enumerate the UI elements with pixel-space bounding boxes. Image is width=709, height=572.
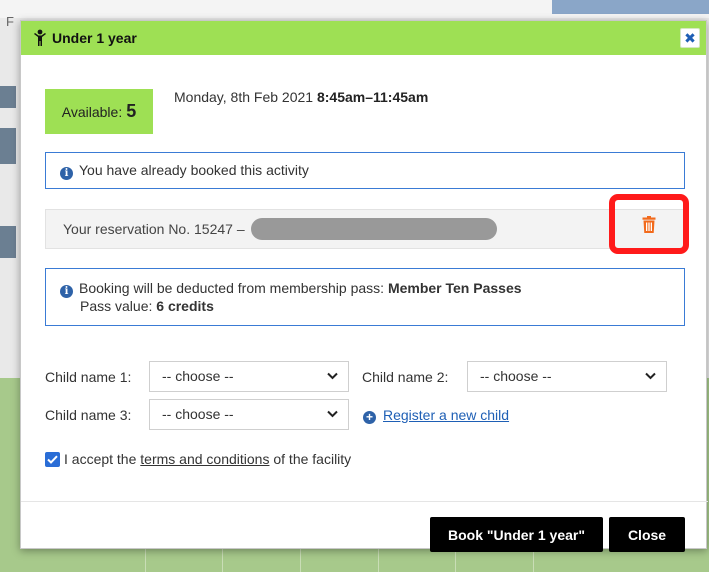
info-icon: i [60,285,73,298]
child-name-2-select[interactable]: -- choose -- [467,361,667,392]
child-name-1-label: Child name 1: [45,369,132,385]
background-side-tab [0,86,16,108]
dialog-titlebar: Under 1 year ✖ [21,21,706,55]
delete-highlight [609,194,689,254]
available-label: Available: [61,103,123,120]
child-name-3-select[interactable]: -- choose -- [149,399,349,430]
background-side-tab [0,226,16,258]
reservation-row: Your reservation No. 15247 – [45,209,685,249]
reservation-text: Your reservation No. 15247 – [63,221,245,237]
terms-link[interactable]: terms and conditions [140,451,269,467]
child-name-3-label: Child name 3: [45,407,132,423]
background-topbar-button [552,0,709,14]
membership-pass-notice: i Booking will be deducted from membershi… [45,268,685,326]
dialog-body: Available: 5 Monday, 8th Feb 2021 8:45am… [21,55,708,552]
redacted-name [250,218,497,240]
info-icon: i [60,167,73,180]
activity-date: Monday, 8th Feb 2021 [174,89,314,105]
already-booked-text: You have already booked this activity [79,162,309,178]
pass-value-label: Pass value: [80,298,153,314]
chevron-down-icon [327,372,338,380]
close-button[interactable]: Close [609,517,685,552]
booking-dialog: Under 1 year ✖ Available: 5 Monday, 8th … [20,20,708,552]
terms-acceptance: I accept the terms and conditions of the… [45,451,351,467]
book-button[interactable]: Book "Under 1 year" [430,517,603,552]
already-booked-notice: i You have already booked this activity [45,152,685,189]
child-name-1-select[interactable]: -- choose -- [149,361,349,392]
child-name-3-value: -- choose -- [162,406,234,422]
footer-divider [21,501,708,502]
register-new-child-link[interactable]: + Register a new child [363,407,509,424]
trash-icon [642,215,656,233]
delete-reservation-button[interactable] [638,213,660,235]
chevron-down-icon [327,410,338,418]
plus-circle-icon: + [363,411,376,424]
activity-time: 8:45am–11:45am [316,89,429,105]
checkmark-icon [47,455,58,464]
activity-datetime: Monday, 8th Feb 2021 8:45am–11:45am [174,89,428,105]
pass-value: 6 credits [156,298,214,314]
accept-suffix: of the facility [273,451,352,467]
accept-terms-checkbox[interactable] [45,451,60,467]
child-name-2-label: Child name 2: [362,369,449,385]
availability-badge: Available: 5 [45,89,153,134]
accept-prefix: I accept the [64,451,137,467]
background-side-tab [0,128,16,164]
pass-name: Member Ten Passes [387,280,522,296]
dialog-title: Under 1 year [52,30,137,46]
available-count: 5 [126,101,137,121]
deduct-text: Booking will be deducted from membership… [79,280,385,296]
register-new-child-text: Register a new child [383,407,510,423]
chevron-down-icon [645,372,656,380]
child-name-2-value: -- choose -- [480,368,552,384]
child-name-1-value: -- choose -- [162,368,234,384]
close-x-icon[interactable]: ✖ [680,28,700,48]
background-partial-text: F [6,14,14,29]
child-figure-icon [33,29,47,47]
